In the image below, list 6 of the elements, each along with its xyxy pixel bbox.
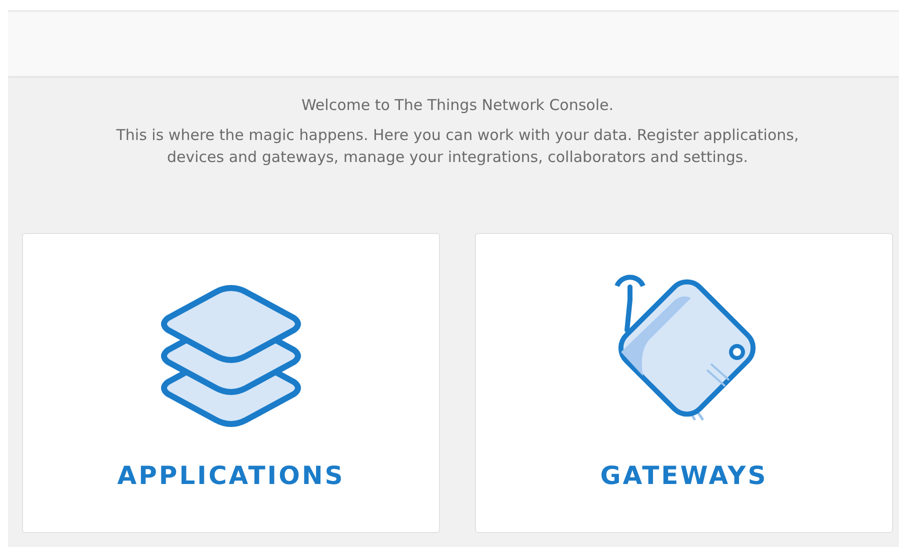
applications-card[interactable]: APPLICATIONS	[22, 233, 440, 533]
welcome-text: This is where the magic happens. Here you can work with your data. Register applications, devices and gateways, manage your integrations, collaborators and settings.	[115, 125, 800, 168]
gateways-card[interactable]: GATEWAYS	[475, 233, 893, 533]
card-title: GATEWAYS	[600, 461, 768, 490]
card-title: APPLICATIONS	[117, 461, 345, 490]
welcome-title: Welcome to The Things Network Console.	[301, 96, 614, 114]
